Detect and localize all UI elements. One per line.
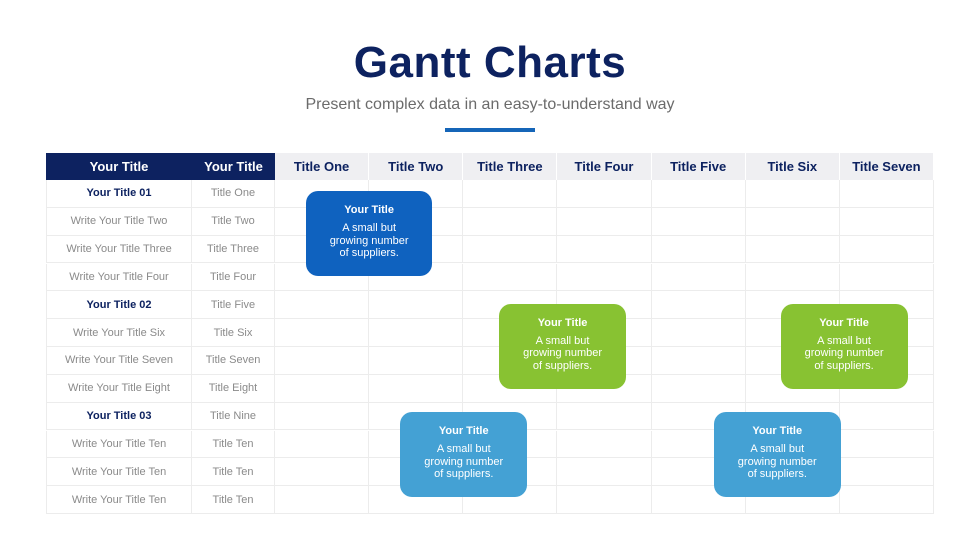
column-header-period: Title Four [557,153,652,180]
task-bar[interactable]: Your Title A small but growing number of … [499,303,627,389]
row-name-cell: Write Your Title Four [46,263,192,292]
row-name-cell: Write Your Title Six [46,319,192,347]
timeline-cell [839,207,934,236]
task-description: A small but growing number of suppliers. [424,443,504,481]
task-title: Your Title [344,204,394,217]
timeline-cell [651,235,746,264]
timeline-cell [275,319,370,347]
timeline-cell [463,263,558,292]
task-bar[interactable]: Your Title A small but growing number of … [306,191,433,277]
timeline-cell [275,430,370,459]
timeline-cell [557,486,652,514]
timeline-cell [275,347,370,375]
timeline-cell [651,207,746,236]
title-underline [445,128,535,132]
timeline-cell [463,207,558,236]
task-bar[interactable]: Your Title A small but growing number of … [400,412,528,498]
timeline-cell [651,319,746,347]
row-name-cell: Your Title 01 [46,180,192,208]
row-title-cell: Title Three [192,235,275,264]
task-description: A small but growing number of suppliers. [523,334,603,372]
row-title-cell: Title Ten [192,486,275,514]
page-title: Gantt Charts [353,38,627,87]
timeline-cell [839,235,934,264]
row-title-cell: Title Seven [192,347,275,375]
timeline-cell [275,458,370,487]
row-title-cell: Title Nine [192,402,275,431]
row-name-cell: Write Your Title Seven [46,347,192,375]
row-title-cell: Title Ten [192,430,275,459]
column-header-name: Your Title [46,153,192,180]
timeline-cell [463,235,558,264]
timeline-cell [651,291,746,320]
timeline-cell [557,402,652,431]
timeline-cell [839,486,934,514]
task-title: Your Title [438,425,489,438]
timeline-cell [557,430,652,459]
timeline-cell [839,430,934,459]
row-title-cell: Title Five [192,291,275,320]
task-bar[interactable]: Your Title A small but growing number of … [780,303,908,389]
row-name-cell: Write Your Title Ten [46,486,192,514]
row-name-cell: Write Your Title Ten [46,430,192,459]
row-name-cell: Write Your Title Ten [46,458,192,487]
column-header-period: Title Seven [839,153,934,180]
column-header-period: Title Three [463,153,558,180]
timeline-cell [369,291,464,320]
column-header-title: Your Title [192,153,275,180]
timeline-cell [275,374,370,403]
column-header-period: Title Six [745,153,840,180]
timeline-cell [745,180,840,208]
row-title-cell: Title Ten [192,458,275,487]
task-description: A small but growing number of suppliers. [737,443,817,481]
row-name-cell: Write Your Title Three [46,235,192,264]
timeline-cell [275,402,370,431]
row-name-cell: Write Your Title Eight [46,374,192,403]
timeline-cell [745,263,840,292]
timeline-cell [275,486,370,514]
task-title: Your Title [752,425,803,438]
timeline-cell [745,235,840,264]
row-title-cell: Title Two [192,207,275,236]
timeline-cell [557,207,652,236]
timeline-cell [557,458,652,487]
timeline-cell [557,180,652,208]
row-name-cell: Your Title 02 [46,291,192,320]
timeline-cell [275,291,370,320]
timeline-cell [651,374,746,403]
column-header-period: Title One [275,153,370,180]
timeline-cell [369,374,464,403]
timeline-cell [839,180,934,208]
row-title-cell: Title One [192,180,275,208]
task-bar[interactable]: Your Title A small but growing number of … [713,412,841,498]
timeline-cell [745,207,840,236]
gantt-grid: Your Title Your Title Title One Title Two Ti… [46,153,934,514]
row-title-cell: Title Eight [192,374,275,403]
timeline-cell [651,180,746,208]
timeline-cell [839,263,934,292]
row-title-cell: Title Four [192,263,275,292]
timeline-cell [369,319,464,347]
timeline-cell [557,235,652,264]
timeline-cell [463,180,558,208]
task-title: Your Title [819,316,869,329]
timeline-cell [839,402,934,431]
timeline-cell [651,263,746,292]
timeline-cell [651,347,746,375]
column-header-period: Title Five [651,153,746,180]
row-name-cell: Your Title 03 [46,402,192,431]
task-description: A small but growing number of suppliers. [804,334,884,372]
timeline-cell [369,347,464,375]
task-title: Your Title [537,316,588,329]
column-header-period: Title Two [369,153,464,180]
page-subtitle: Present complex data in an easy-to-under… [305,96,675,113]
row-name-cell: Write Your Title Two [46,207,192,236]
row-title-cell: Title Six [192,319,275,347]
timeline-cell [557,263,652,292]
timeline-cell [839,458,934,487]
task-description: A small but growing number of suppliers. [329,222,409,260]
